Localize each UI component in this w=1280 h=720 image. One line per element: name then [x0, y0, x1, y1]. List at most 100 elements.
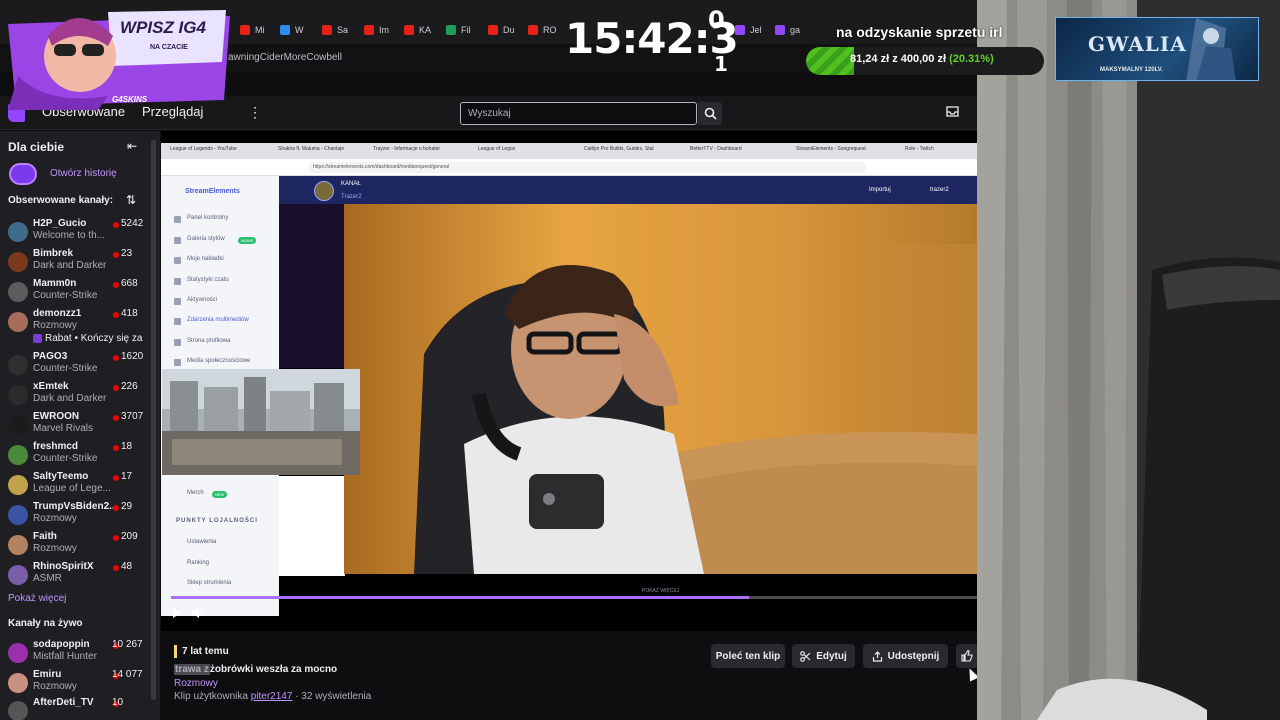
webcam-feed: [344, 204, 977, 574]
channel-avatar: [8, 355, 28, 375]
menu-item-icon: [174, 237, 181, 244]
captured-url: https://streamelements.com/dashboard/med…: [308, 162, 866, 173]
live-indicator: [113, 282, 119, 288]
recommend-clip-button[interactable]: Poleć ten klip: [711, 644, 785, 668]
live-indicator: [113, 475, 119, 481]
streamelements-menu-item: Moje nakładki: [187, 256, 224, 262]
viewer-count: 226: [121, 381, 138, 392]
channel-avatar: [8, 505, 28, 525]
sidebar-channel[interactable]: freshmcd Counter-Strike 18: [0, 441, 150, 469]
captured-tab: BetterTTV - Dashboard: [690, 146, 742, 152]
share-icon: [872, 650, 882, 662]
streamelements-panel: [279, 476, 345, 576]
streamelements-menu-item: Merch: [187, 490, 204, 496]
viewer-count: 3707: [121, 411, 144, 422]
collapse-sidebar-icon[interactable]: ⇤: [127, 139, 137, 153]
channel-avatar: [8, 252, 28, 272]
channel-game: Welcome to th...: [33, 230, 106, 241]
live-indicator: [113, 385, 119, 391]
sidebar-channel[interactable]: TrumpVsBiden2... Rozmowy 29: [0, 501, 150, 529]
channel-game: Counter-Strike: [33, 290, 98, 301]
sidebar-channel[interactable]: SaltyTeemo League of Lege... 17: [0, 471, 150, 499]
live-indicator: [113, 535, 119, 541]
more-menu-icon[interactable]: ⋮: [248, 104, 262, 121]
viewer-count: 48: [121, 561, 133, 572]
browser-tab[interactable]: ga: [775, 20, 800, 40]
history-avatar: [9, 163, 37, 185]
browser-tab[interactable]: Mi: [240, 20, 265, 40]
address-text: awningCiderMoreCowbell: [228, 52, 342, 63]
live-indicator: [113, 312, 119, 318]
sidebar-channel[interactable]: Faith Rozmowy 209: [0, 531, 150, 559]
viewer-count: 14 077: [112, 669, 143, 680]
browser-tab[interactable]: KA: [404, 20, 431, 40]
clip-category-link[interactable]: Rozmowy: [174, 678, 218, 689]
promo-subtitle: NA CZACIE: [150, 44, 188, 51]
sidebar-scrollbar[interactable]: [151, 140, 156, 700]
sidebar-channel[interactable]: xEmtek Dark and Darker 226: [0, 381, 150, 409]
channel-avatar: [8, 222, 28, 242]
like-button[interactable]: [956, 644, 978, 668]
channel-avatar: [8, 475, 28, 495]
sidebar-channel[interactable]: H2P_Gucio Welcome to th... 5242: [0, 218, 150, 246]
channel-avatar: [314, 181, 334, 201]
loyalty-menu-item: Ranking: [187, 560, 210, 566]
clip-title-highlight: trawa z: [174, 664, 210, 675]
sidebar-channel[interactable]: PAGO3 Counter-Strike 1620: [0, 351, 150, 379]
share-button[interactable]: Udostępnij: [863, 644, 948, 668]
channel-name: PAGO3: [33, 351, 68, 362]
search-input[interactable]: Wyszukaj: [460, 102, 697, 125]
channel-game: Dark and Darker: [33, 393, 107, 404]
channel-avatar: [8, 643, 28, 663]
sidebar-channel[interactable]: EWROON Marvel Rivals 3707: [0, 411, 150, 439]
channel-game: Counter-Strike: [33, 363, 98, 374]
browser-tab[interactable]: Jel: [735, 20, 762, 40]
browser-tab[interactable]: Sa: [322, 20, 348, 40]
inbox-icon[interactable]: [946, 106, 959, 120]
browser-tab[interactable]: Fil: [446, 20, 471, 40]
captured-tab: StreamElements - Songrequest: [796, 146, 866, 152]
volume-icon[interactable]: [191, 607, 204, 622]
channel-game: Mistfall Hunter: [33, 651, 97, 662]
donation-goal-title: na odzyskanie sprzetu irl: [836, 24, 1003, 40]
live-channels-heading: Kanały na żywo: [8, 618, 83, 629]
browser-tab[interactable]: Im: [364, 20, 389, 40]
screen: Mi W Sa Im KA Fil Du RO ga Jel awningCid…: [0, 0, 1280, 720]
sidebar-channel[interactable]: demonzz1 Rozmowy 418: [0, 308, 150, 336]
sidebar-live-channel[interactable]: sodapoppin Mistfall Hunter 10 267: [0, 639, 150, 667]
browser-tab[interactable]: W: [280, 20, 304, 40]
browser-tab[interactable]: Du: [488, 20, 515, 40]
browser-tab[interactable]: RO: [528, 20, 557, 40]
channel-game: Rozmowy: [33, 543, 77, 554]
sidebar-channel[interactable]: RhinoSpiritX ASMR 48: [0, 561, 150, 589]
channel-label: KANAŁ: [341, 181, 361, 187]
viewer-count: 418: [121, 308, 138, 319]
channel-avatar: [8, 415, 28, 435]
captured-tab: Trayzer - Informacje o bohater: [373, 146, 441, 152]
channel-avatar: [8, 701, 28, 720]
sidebar-channel[interactable]: Bimbrek Dark and Darker 23: [0, 248, 150, 276]
search-button[interactable]: [698, 102, 722, 125]
channel-name: Trazer2: [341, 194, 362, 200]
clip-author-link[interactable]: piter2147: [251, 691, 293, 702]
viewer-count: 23: [121, 248, 133, 259]
sidebar-channel[interactable]: Mamm0n Counter-Strike 668: [0, 278, 150, 306]
channel-name: Faith: [33, 531, 57, 542]
play-icon[interactable]: [172, 607, 182, 622]
channel-game: Rozmowy: [33, 320, 77, 331]
streamelements-menu-item: Zdarzenia multimediów: [187, 317, 249, 323]
captured-tab: League of Legos: [478, 146, 516, 152]
sidebar-live-channel[interactable]: Emiru Rozmowy 14 077: [0, 669, 150, 697]
sort-icon[interactable]: ⇅: [126, 193, 136, 207]
clock-rolling-digit-top: 0: [708, 6, 725, 34]
show-more-link[interactable]: Pokaż więcej: [8, 593, 66, 604]
channel-game: League of Lege...: [33, 483, 111, 494]
viewer-count: 1620: [121, 351, 144, 362]
edit-button[interactable]: Edytuj: [792, 644, 855, 668]
sidebar-live-channel[interactable]: AfterDeti_TV 10: [0, 697, 150, 720]
viewer-count: 10: [112, 697, 124, 708]
channel-avatar: [8, 535, 28, 555]
open-history-link[interactable]: Otwórz historię: [50, 168, 117, 179]
viewer-count: 29: [121, 501, 133, 512]
channel-avatar: [8, 445, 28, 465]
